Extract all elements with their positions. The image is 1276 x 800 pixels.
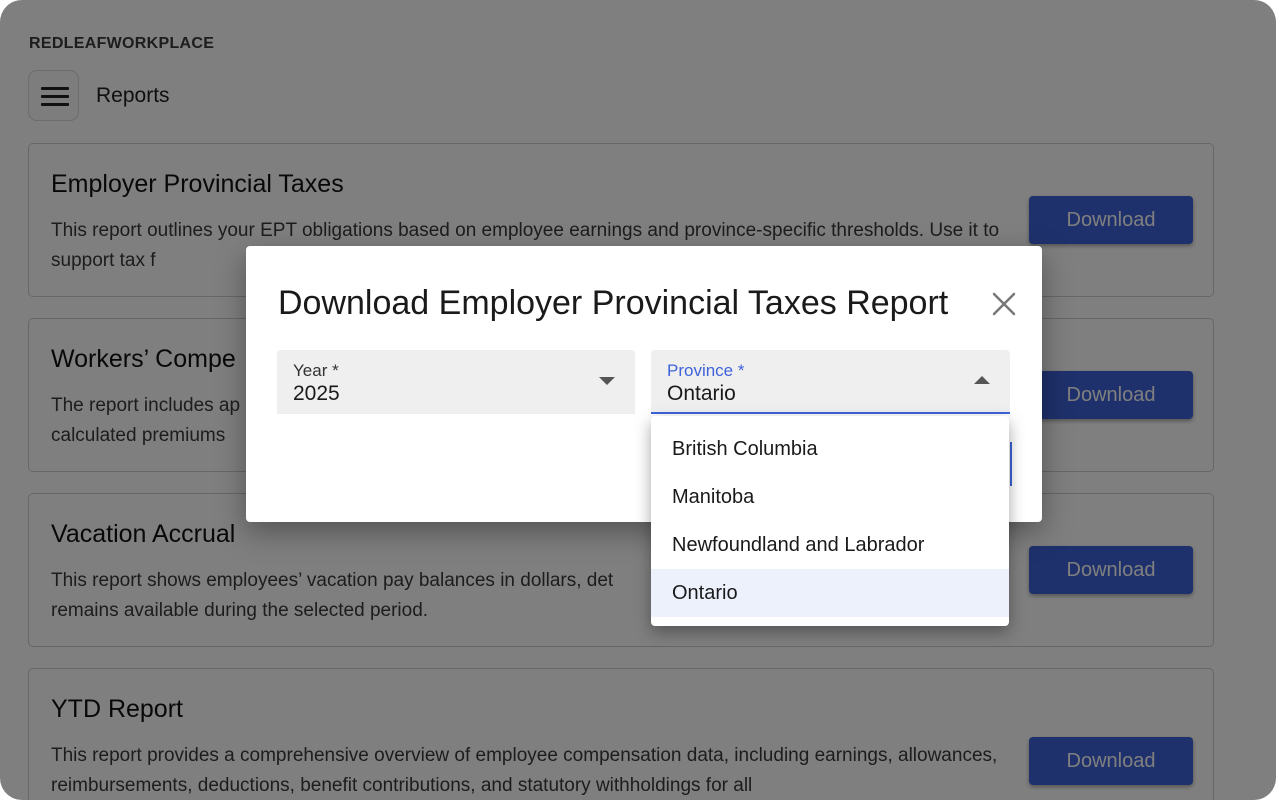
chevron-up-icon [974, 376, 990, 384]
year-value: 2025 [293, 382, 340, 405]
close-icon [992, 292, 1016, 316]
province-option[interactable]: Newfoundland and Labrador [651, 521, 1009, 569]
province-dropdown-menu: British Columbia Manitoba Newfoundland a… [651, 416, 1009, 626]
province-option[interactable]: British Columbia [651, 425, 1009, 473]
province-value: Ontario [667, 382, 736, 405]
province-label: Province * [667, 361, 745, 380]
province-option-selected[interactable]: Ontario [651, 569, 1009, 617]
chevron-down-icon [599, 377, 615, 385]
hidden-dialog-button-edge [1010, 442, 1012, 486]
year-select[interactable]: Year * 2025 [277, 350, 635, 414]
province-option[interactable]: Manitoba [651, 473, 1009, 521]
year-label: Year * [293, 361, 339, 380]
dialog-title: Download Employer Provincial Taxes Repor… [278, 284, 949, 322]
province-select[interactable]: Province * Ontario [651, 350, 1010, 414]
close-button[interactable] [986, 286, 1022, 322]
